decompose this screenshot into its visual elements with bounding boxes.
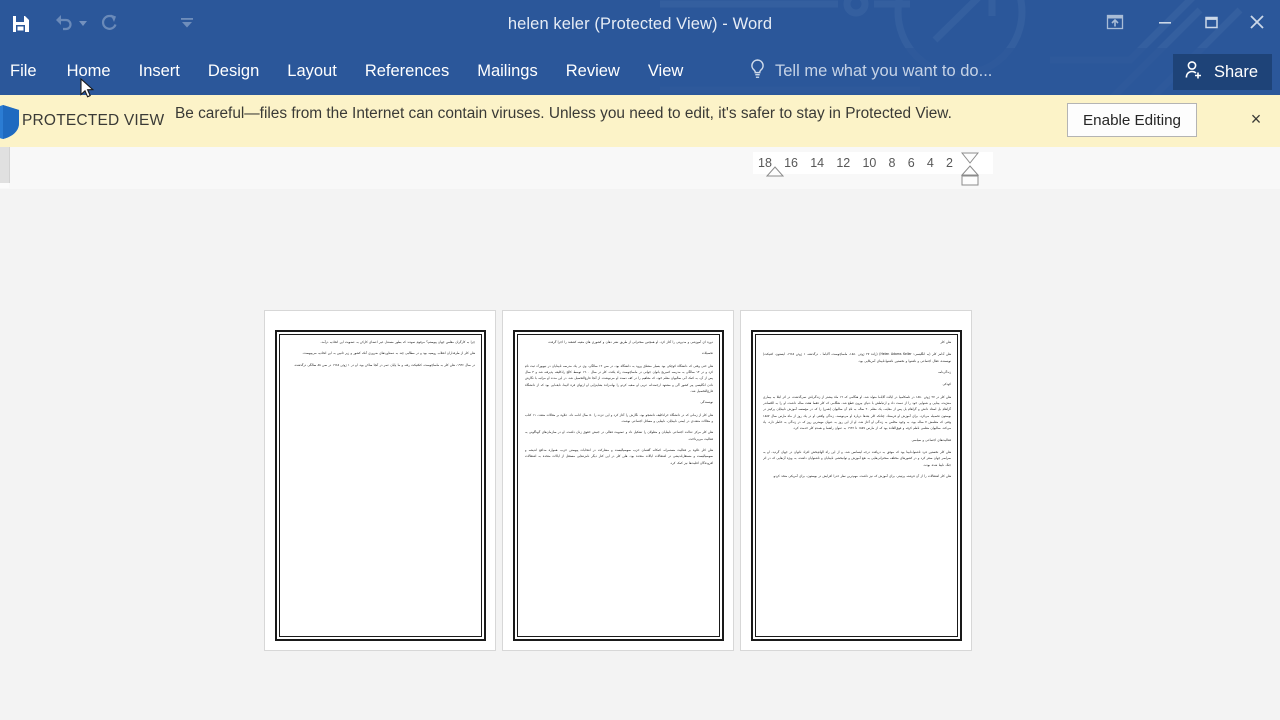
close-button[interactable] [1234, 0, 1280, 48]
redo-icon [99, 11, 120, 37]
undo-icon [53, 11, 74, 37]
first-line-indent-marker-left[interactable] [765, 164, 785, 182]
ruler-tick: 6 [907, 156, 915, 170]
word-application-window: helen keler (Protected View) - Word File… [0, 0, 1280, 720]
heading: کودکی [942, 382, 951, 387]
protected-view-badge: PROTECTED VIEW [22, 112, 165, 129]
undo-dropdown-icon[interactable] [78, 19, 88, 29]
quick-access-toolbar [0, 0, 208, 48]
title-bar: helen keler (Protected View) - Word [0, 0, 1280, 48]
save-icon [11, 14, 31, 34]
ruler-left-stub [0, 147, 10, 183]
ribbon-display-options-button[interactable] [1088, 0, 1142, 48]
tab-insert[interactable]: Insert [125, 48, 194, 95]
document-title: هلن کلر [940, 340, 951, 344]
restore-icon [1203, 14, 1219, 35]
document-page-2[interactable]: دوره ای آموزشی و مدیریتی را آغاز کرد. او… [502, 310, 734, 651]
tab-mailings[interactable]: Mailings [463, 48, 552, 95]
paragraph: چرا به کارگران مفلس جهان پیوستم؟ مرقوم ن… [320, 340, 475, 344]
close-icon [1248, 13, 1266, 36]
ruler-tick: 10 [862, 156, 877, 170]
tab-design[interactable]: Design [194, 48, 273, 95]
enable-editing-button[interactable]: Enable Editing [1067, 103, 1197, 137]
save-button[interactable] [0, 4, 42, 44]
page-2-content: دوره ای آموزشی و مدیریتی را آغاز کرد. او… [525, 339, 713, 630]
page-3-content: چرا به کارگران مفلس جهان پیوستم؟ مرقوم ن… [287, 339, 475, 630]
paragraph: هلن کلر از طرفداران انقلاب روسیه بود و د… [302, 351, 475, 356]
heading: نویسندگی [700, 400, 714, 405]
ruler-tick: 16 [784, 156, 799, 170]
tab-view[interactable]: View [634, 48, 697, 95]
paragraph: هلن آدامز کلر (به انگلیسی: Helen Adams K… [763, 352, 951, 363]
ruler-tick: 14 [810, 156, 825, 170]
heading: فعالیت‌های اجتماعی و سیاسی [911, 437, 951, 442]
redo-button[interactable] [88, 4, 130, 44]
restore-button[interactable] [1188, 0, 1234, 48]
paragraph: هلن کلر نخستین فرد ناشنوا-نابینا بود که … [763, 450, 951, 467]
share-person-icon [1183, 59, 1205, 86]
page-1-content: هلن کلر هلن آدامز کلر (به انگلیسی: Helen… [763, 339, 951, 630]
heading: زندگی‌نامه [938, 370, 951, 375]
paragraph: هلن کلر مرکز عدالت اجتماعی نابینایان و م… [525, 430, 713, 441]
document-pages: چرا به کارگران مفلس جهان پیوستم؟ مرقوم ن… [264, 310, 972, 651]
customize-quick-access-toolbar-button[interactable] [166, 4, 208, 44]
ruler-tick: 12 [836, 156, 851, 170]
tell-me-placeholder: Tell me what you want to do... [775, 62, 993, 80]
mouse-pointer [80, 77, 96, 105]
document-canvas[interactable]: چرا به کارگران مفلس جهان پیوستم؟ مرقوم ن… [0, 189, 1280, 720]
ribbon-tab-bar: File Home Insert Design Layout Reference… [0, 48, 1280, 95]
ruler-tick: 8 [888, 156, 896, 170]
tell-me-search[interactable]: Tell me what you want to do... [748, 48, 992, 95]
minimize-icon [1157, 14, 1173, 35]
ruler-tick: 4 [926, 156, 934, 170]
document-page-1[interactable]: هلن کلر هلن آدامز کلر (به انگلیسی: Helen… [740, 310, 972, 651]
paragraph: هلن کلر علاوه بر فعالیت مستمرانه کمکانه … [525, 448, 713, 465]
paragraph: هلن کلر در ۲۷ ژوئن ۱۸۸۰ در تاسکامبیا در … [763, 394, 951, 431]
ruler-tick: 2 [946, 156, 953, 170]
lightbulb-icon [748, 58, 767, 85]
customize-qat-icon [180, 15, 194, 33]
tab-file[interactable]: File [0, 48, 53, 95]
heading: تحصیلات [701, 351, 713, 356]
minimize-button[interactable] [1142, 0, 1188, 48]
paragraph: هلن حتی وقتی که دانشگاه کوچکی بود بسیار … [525, 363, 713, 394]
protected-view-close-button[interactable]: × [1244, 107, 1268, 131]
protected-view-message: Be careful—files from the Internet can c… [175, 105, 952, 122]
paragraph: هلن کلر اشتغالات را از آن فرشته پرتیبتر،… [772, 474, 951, 479]
paragraph: هلن کلر از زمانی که در دانشگاه حرادکلیف … [525, 412, 713, 424]
tab-layout[interactable]: Layout [273, 48, 351, 95]
share-label: Share [1213, 62, 1258, 81]
ribbon-display-options-icon [1105, 12, 1125, 37]
share-button[interactable]: Share [1172, 54, 1272, 90]
window-controls [1088, 0, 1280, 48]
ruler-zone: 18 16 14 12 10 8 6 4 2 [0, 147, 1280, 190]
document-page-3[interactable]: چرا به کارگران مفلس جهان پیوستم؟ مرقوم ن… [264, 310, 496, 651]
ribbon-tabs: File Home Insert Design Layout Reference… [0, 48, 697, 95]
ruler-left-stub-bottom [0, 183, 9, 188]
tab-review[interactable]: Review [552, 48, 634, 95]
paragraph: دوره ای آموزشی و مدیریتی را آغاز کرد. او… [547, 340, 713, 344]
tab-references[interactable]: References [351, 48, 463, 95]
shield-icon [0, 104, 20, 140]
paragraph: در سال ۱۹۳۶، هلن کلر به ماساچوست، کنکتیک… [293, 362, 475, 367]
